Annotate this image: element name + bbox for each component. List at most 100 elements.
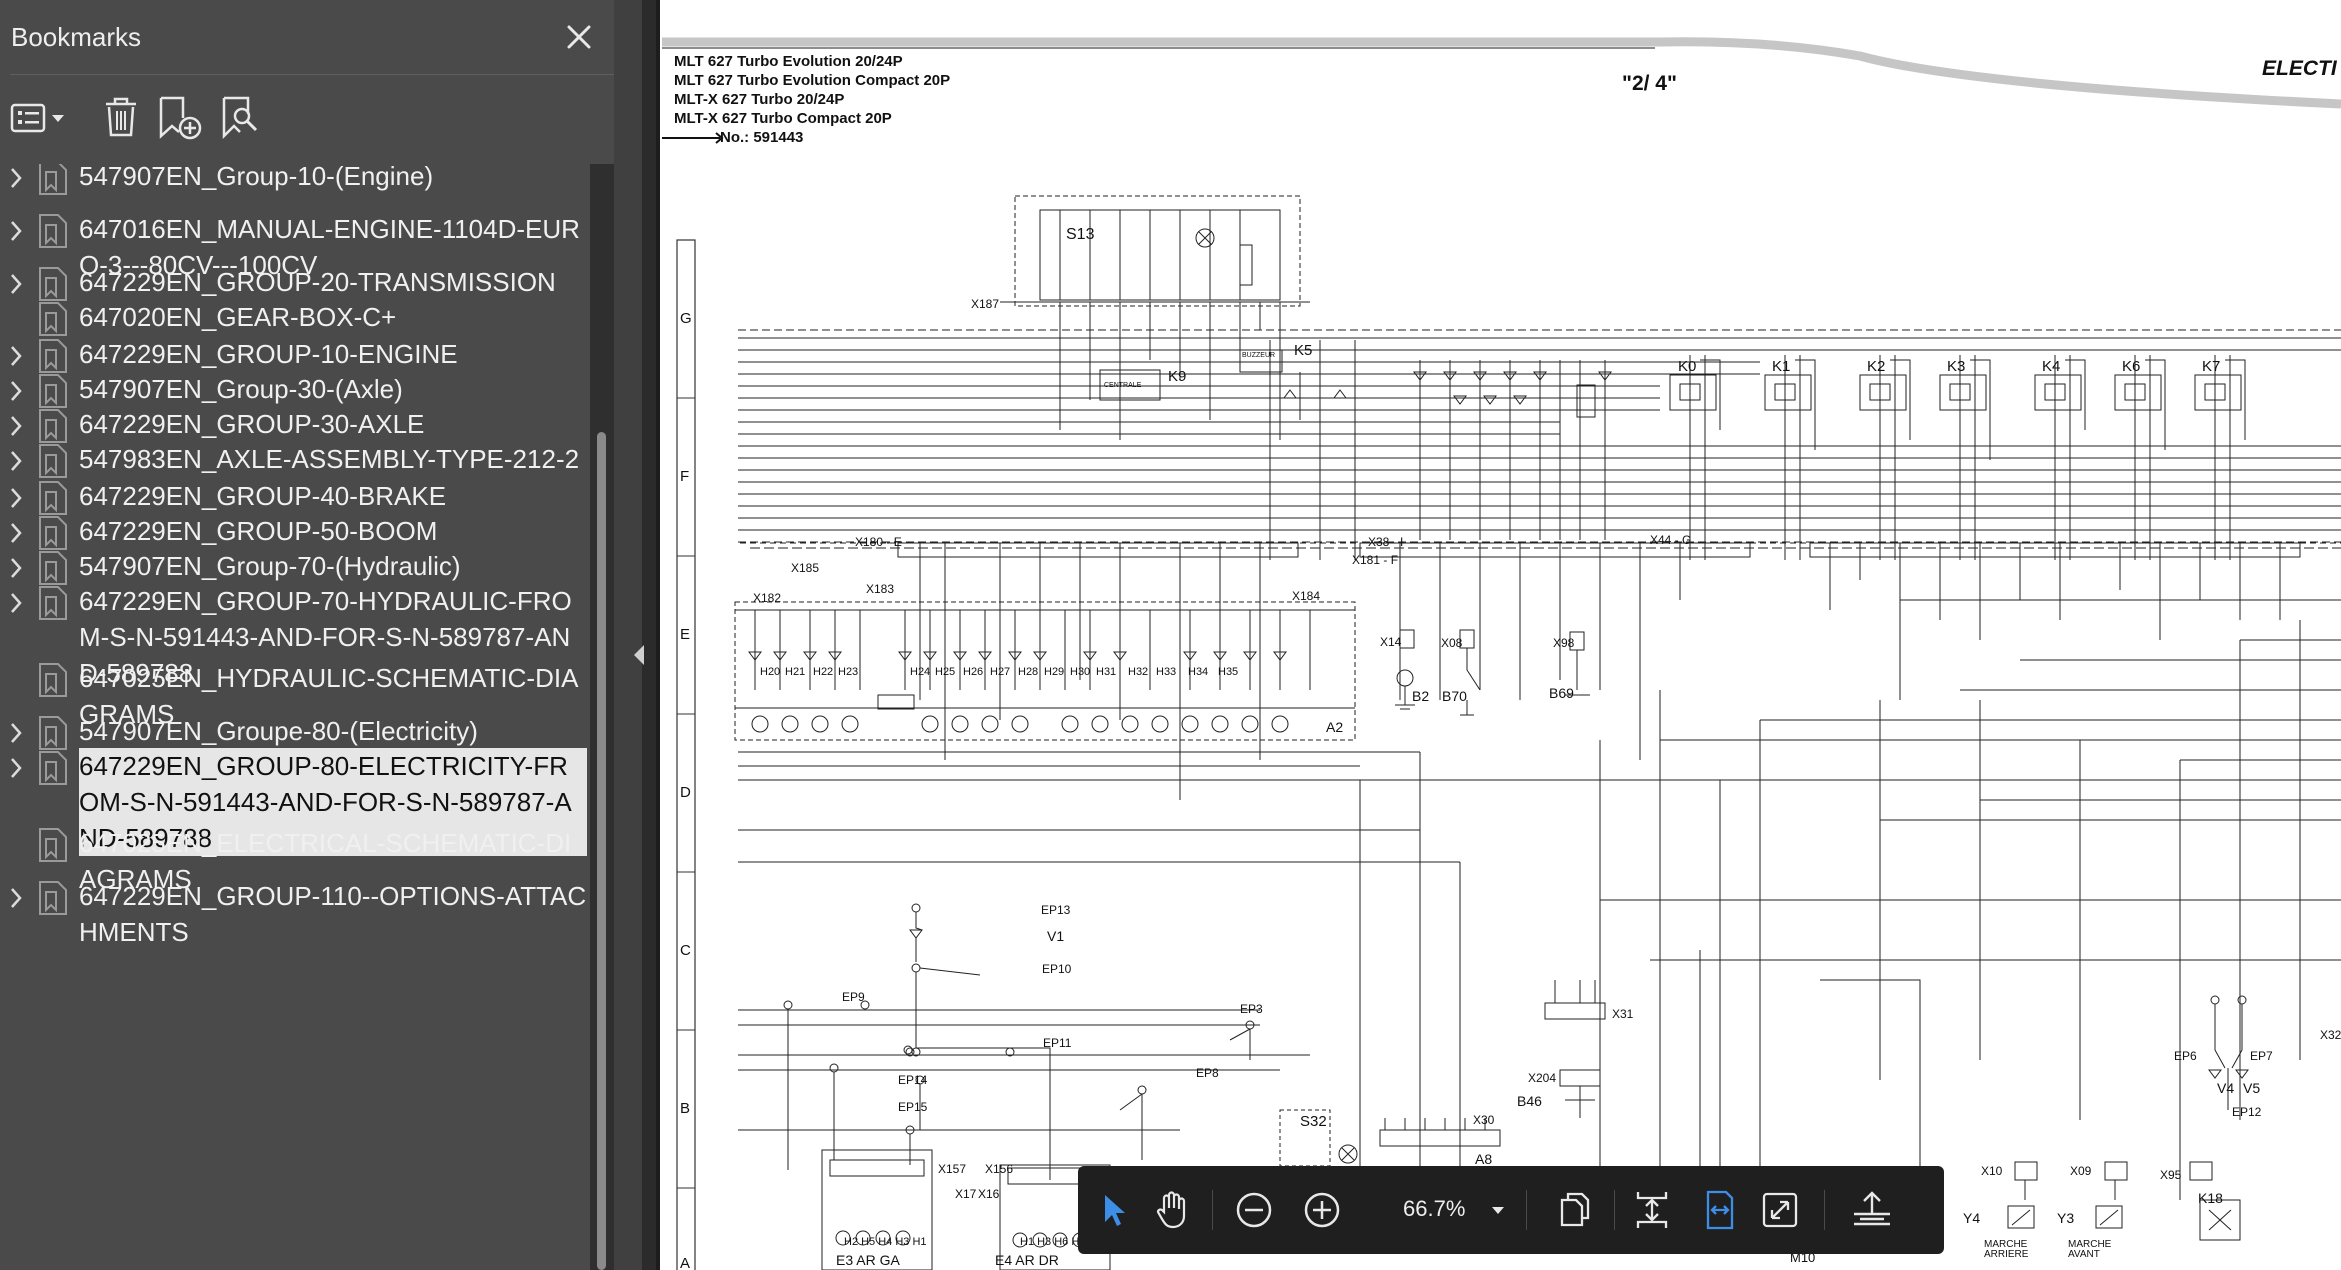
bookmark-label[interactable]: 547907EN_Groupe-80-(Electricity) (79, 713, 587, 749)
component-label-y3: Y3 (2057, 1210, 2075, 1226)
bookmark-label[interactable]: 647229EN_GROUP-30-AXLE (79, 406, 587, 442)
chevron-right-icon[interactable] (6, 554, 26, 582)
options-menu-button[interactable] (10, 92, 70, 142)
bookmark-page-icon (36, 826, 70, 864)
hand-icon (1156, 1191, 1186, 1229)
fit-width-button[interactable] (1694, 1184, 1746, 1236)
bookmark-page-icon (36, 337, 70, 375)
relay-label: K3 (1947, 358, 1966, 375)
component-label-x181: X181 - F (1352, 553, 1399, 567)
pages-icon (1560, 1192, 1590, 1227)
bookmarks-title: Bookmarks (11, 22, 142, 52)
component-label-b46: B46 (1517, 1093, 1542, 1109)
component-label-k9: K9 (1168, 368, 1187, 385)
bookmark-label[interactable]: 647020EN_GEAR-BOX-C+ (79, 299, 587, 335)
component-label-h-right: H1 H3 H6 H5 (1020, 1236, 1086, 1248)
zoom-out-icon (1236, 1192, 1272, 1228)
list-options-icon (10, 103, 64, 133)
lamp-label: H32 (1128, 666, 1149, 678)
lamp-label: H24 (910, 666, 931, 678)
chevron-right-icon[interactable] (6, 447, 26, 475)
component-label-a8: A8 (1475, 1151, 1493, 1167)
chevron-right-icon[interactable] (6, 270, 26, 298)
component-label-s13: S13 (1066, 226, 1095, 243)
component-label-k18: K18 (2198, 1190, 2223, 1206)
lamp-label: H31 (1096, 666, 1117, 678)
bookmark-page-icon (36, 549, 70, 587)
chevron-right-icon[interactable] (6, 412, 26, 440)
toolbar-separator (1614, 1190, 1615, 1230)
component-label-h-left: H2 H5 H4 H3 H1 (844, 1236, 927, 1248)
select-tool-button[interactable] (1088, 1184, 1140, 1236)
hand-tool-button[interactable] (1146, 1184, 1198, 1236)
lamp-label: H34 (1188, 666, 1209, 678)
fit-height-button[interactable] (1626, 1184, 1678, 1236)
add-bookmark-button[interactable] (155, 92, 203, 142)
toolbar-separator (1824, 1190, 1825, 1230)
component-label-e3: E3 AR GA (836, 1252, 900, 1268)
zoom-out-button[interactable] (1228, 1184, 1280, 1236)
bookmark-label[interactable]: 647229EN_GROUP-20-TRANSMISSION (79, 264, 587, 300)
bookmark-label[interactable]: 647229EN_GROUP-40-BRAKE (79, 478, 587, 514)
bookmark-scrollbar-thumb[interactable] (597, 432, 606, 1270)
chevron-right-icon[interactable] (6, 164, 26, 192)
bookmark-label[interactable]: 547983EN_AXLE-ASSEMBLY-TYPE-212-2 (79, 441, 587, 477)
zoom-in-button[interactable] (1296, 1184, 1348, 1236)
bookmark-label[interactable]: 647229EN_GROUP-50-BOOM (79, 513, 587, 549)
relay-label: K1 (1772, 358, 1791, 375)
component-label-x204: X204 (1528, 1071, 1557, 1085)
component-label-ep10: EP10 (1042, 962, 1072, 976)
lamp-label: H21 (785, 666, 806, 678)
pdf-page[interactable]: MLT 627 Turbo Evolution 20/24P MLT 627 T… (660, 0, 2341, 1270)
bookmark-page-icon (36, 164, 70, 197)
section-label: ELECTI (2262, 57, 2337, 80)
chevron-right-icon[interactable] (6, 884, 26, 912)
component-label-ep12: EP12 (2232, 1105, 2262, 1119)
page-view-button[interactable] (1548, 1184, 1600, 1236)
bookmark-label[interactable]: 547907EN_Group-70-(Hydraulic) (79, 548, 587, 584)
chevron-down-icon[interactable] (1490, 1204, 1506, 1216)
page-number-label: "2/ 4" (1622, 72, 1677, 95)
component-label-b70: B70 (1442, 688, 1467, 704)
bookmark-search-icon (222, 96, 258, 140)
row-letter: A (680, 1255, 691, 1270)
zoom-level[interactable]: 66.7% (1403, 1196, 1465, 1222)
toolbar-separator (1526, 1190, 1527, 1230)
chevron-right-icon[interactable] (6, 217, 26, 245)
component-label-ep15: EP15 (898, 1100, 928, 1114)
component-label-y4: Y4 (1963, 1210, 1981, 1226)
chevron-right-icon[interactable] (6, 719, 26, 747)
close-icon[interactable] (560, 18, 598, 56)
lamp-label: H26 (963, 666, 984, 678)
relay-label: K0 (1678, 358, 1697, 375)
find-bookmark-button[interactable] (218, 92, 262, 142)
bookmark-label[interactable]: 647229EN_GROUP-10-ENGINE (79, 336, 587, 372)
bookmarks-header: Bookmarks (0, 0, 642, 74)
share-button[interactable] (1846, 1184, 1898, 1236)
component-label-v4: V4 (2217, 1080, 2235, 1096)
component-label-v5: V5 (2243, 1080, 2261, 1096)
lamp-label: H20 (760, 666, 781, 678)
chevron-right-icon[interactable] (6, 589, 26, 617)
bookmark-label[interactable]: 547907EN_Group-30-(Axle) (79, 371, 587, 407)
bookmark-label[interactable]: 647229EN_GROUP-110--OPTIONS-ATTACHMENTS (79, 878, 587, 950)
component-label-a2: A2 (1326, 719, 1344, 735)
chevron-right-icon[interactable] (6, 342, 26, 370)
bookmark-page-icon (36, 442, 70, 480)
lamp-label: H30 (1070, 666, 1091, 678)
panel-splitter[interactable] (614, 0, 642, 1270)
collapse-panel-icon[interactable] (632, 640, 646, 670)
component-label-k5: K5 (1294, 342, 1313, 359)
delete-bookmark-button[interactable] (100, 92, 142, 142)
add-bookmark-icon (159, 96, 202, 140)
full-screen-button[interactable] (1754, 1184, 1806, 1236)
bookmark-label[interactable]: 547907EN_Group-10-(Engine) (79, 164, 587, 194)
lamp-label: H29 (1044, 666, 1065, 678)
component-label-x09: X09 (2070, 1164, 2092, 1178)
chevron-right-icon[interactable] (6, 484, 26, 512)
bookmark-page-icon (36, 514, 70, 552)
chevron-right-icon[interactable] (6, 377, 26, 405)
bookmark-page-icon (36, 407, 70, 445)
chevron-right-icon[interactable] (6, 754, 26, 782)
chevron-right-icon[interactable] (6, 519, 26, 547)
